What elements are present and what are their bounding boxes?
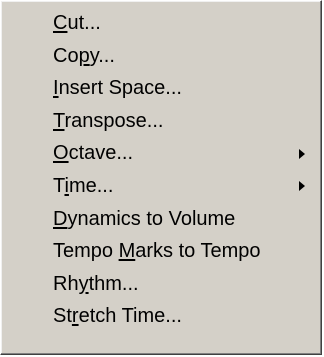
menu-item-label: Stretch Time... [53,305,182,328]
menu-item-label: Cut... [53,12,101,34]
menu-item-label: Copy... [53,44,115,67]
menu-item-label: Octave... [53,142,134,165]
menu-item-stretch-time[interactable]: Stretch Time... [5,300,317,333]
menu-item-label: Insert Space... [53,77,182,100]
menu-item-label: Transpose... [53,109,164,132]
menu-item-label: Time... [53,174,114,197]
menu-item-copy[interactable]: Copy... [5,40,317,73]
menu-item-label: Tempo Marks to Tempo [53,240,261,263]
menu-item-label: Dynamics to Volume [53,207,236,230]
context-menu: Cut... Copy... Insert Space... Transpose… [0,0,322,355]
menu-item-rhythm[interactable]: Rhythm... [5,268,317,301]
menu-item-insert-space[interactable]: Insert Space... [5,72,317,105]
menu-item-tempo-marks-to-tempo[interactable]: Tempo Marks to Tempo [5,235,317,268]
menu-item-transpose[interactable]: Transpose... [5,105,317,138]
triangle-right-icon [299,170,311,203]
menu-items: Cut... Copy... Insert Space... Transpose… [5,7,317,333]
menu-item-time[interactable]: Time... [5,170,317,203]
menu-item-cut[interactable]: Cut... [5,7,317,40]
menu-item-label: Rhythm... [53,272,139,295]
triangle-right-icon [299,137,311,170]
menu-item-dynamics-to-volume[interactable]: Dynamics to Volume [5,203,317,236]
menu-item-octave[interactable]: Octave... [5,137,317,170]
